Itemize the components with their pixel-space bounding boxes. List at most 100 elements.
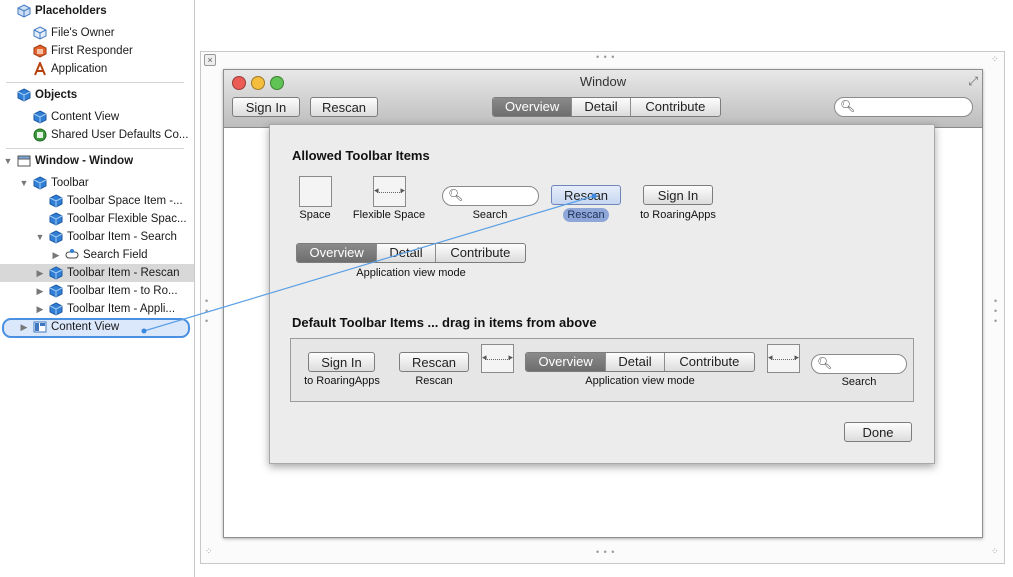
- done-button[interactable]: Done: [844, 422, 912, 442]
- fullscreen-icon[interactable]: ⤢: [968, 74, 978, 89]
- outline-item-toolbar-roaringapps[interactable]: ▶ Toolbar Item - to Ro...: [0, 282, 194, 300]
- resize-corner-icon[interactable]: ⁘: [205, 546, 214, 557]
- outline-item-first-responder[interactable]: First Responder: [0, 42, 194, 60]
- default-sign-in-caption: to RoaringApps: [304, 375, 380, 387]
- document-outline: Placeholders File's Owner First Responde…: [0, 0, 195, 577]
- disclosure-closed-icon[interactable]: ▶: [51, 249, 61, 261]
- outline-item-window[interactable]: ▼ Window - Window: [0, 152, 194, 170]
- outline-item-toolbar-application[interactable]: ▶ Toolbar Item - Appli...: [0, 300, 194, 318]
- sign-in-item-button[interactable]: Sign In: [643, 185, 713, 205]
- default-rescan-button[interactable]: Rescan: [399, 352, 469, 372]
- view-mode-item-segmented-control[interactable]: Overview Detail Contribute: [296, 243, 526, 263]
- default-items-well[interactable]: Sign In to RoaringApps Rescan Rescan Ove…: [290, 338, 914, 402]
- resize-corner-icon[interactable]: ⁘: [991, 54, 1000, 65]
- default-sign-in-button[interactable]: Sign In: [308, 352, 375, 372]
- customize-toolbar-sheet: Allowed Toolbar Items Space Flexible Spa…: [269, 124, 935, 464]
- blue-cube-icon: [49, 266, 63, 280]
- resize-grip-icon[interactable]: • • •: [596, 547, 615, 557]
- outline-item-content-view[interactable]: ▶ Content View: [0, 318, 194, 336]
- disclosure-open-icon[interactable]: ▼: [3, 155, 13, 167]
- outline-item-toolbar[interactable]: ▼ Toolbar: [0, 174, 194, 192]
- first-responder-icon: [33, 44, 47, 58]
- flexible-space-arrow-icon: [374, 185, 405, 196]
- user-defaults-controller-icon: [33, 128, 47, 142]
- disclosure-open-icon[interactable]: ▼: [35, 231, 45, 243]
- allowed-items-heading: Allowed Toolbar Items: [292, 148, 430, 163]
- search-caption: Search: [472, 209, 508, 221]
- outline-item-content-view-object[interactable]: Content View: [0, 108, 194, 126]
- segment-contribute[interactable]: Contribute: [629, 98, 720, 116]
- rescan-item-button[interactable]: Rescan: [551, 185, 621, 205]
- blue-cube-icon: [49, 230, 63, 244]
- disclosure-open-icon[interactable]: ▼: [19, 177, 29, 189]
- resize-corner-icon[interactable]: ⁘: [991, 546, 1000, 557]
- resize-grip-icon[interactable]: • • •: [596, 52, 615, 62]
- cube-outline-icon: [17, 4, 31, 18]
- close-icon[interactable]: ×: [204, 54, 216, 66]
- window-title: Window: [579, 74, 627, 89]
- outline-item-toolbar-space[interactable]: Toolbar Space Item -...: [0, 192, 194, 210]
- outline-item-search-field[interactable]: ▶ Search Field: [0, 246, 194, 264]
- outline-item-toolbar-flexible-space[interactable]: Toolbar Flexible Spac...: [0, 210, 194, 228]
- section-objects[interactable]: Objects: [0, 86, 194, 104]
- window-titlebar-toolbar: Window ⤢ Sign In Rescan Overview Detail …: [224, 70, 982, 128]
- default-search-caption: Search: [841, 376, 877, 388]
- disclosure-closed-icon[interactable]: ▶: [35, 267, 45, 279]
- resize-grip-icon[interactable]: • • •: [994, 296, 1000, 326]
- segment-detail[interactable]: Detail: [571, 98, 629, 116]
- toolbar-search-field[interactable]: 🔍︎: [834, 97, 973, 117]
- blue-cube-icon: [17, 88, 31, 102]
- section-label: Placeholders: [35, 5, 107, 17]
- flexible-space-arrow-icon: [768, 352, 799, 363]
- rescan-caption-selected: Rescan: [563, 208, 609, 222]
- blue-cube-icon: [49, 302, 63, 316]
- view-icon: [33, 321, 47, 333]
- cube-outline-icon: [33, 26, 47, 40]
- search-icon: 🔍︎: [817, 356, 833, 370]
- segment-contribute[interactable]: Contribute: [434, 244, 525, 262]
- space-item[interactable]: [299, 176, 332, 207]
- flexible-space-arrow-icon: [482, 352, 513, 363]
- search-field-icon: [65, 249, 79, 259]
- segment-contribute[interactable]: Contribute: [663, 353, 754, 371]
- outline-item-shared-user-defaults[interactable]: Shared User Defaults Co...: [0, 126, 194, 144]
- default-rescan-caption: Rescan: [415, 375, 453, 387]
- resize-grip-icon[interactable]: • • •: [205, 296, 211, 326]
- flexible-space-item[interactable]: [373, 176, 406, 207]
- disclosure-closed-icon[interactable]: ▶: [35, 303, 45, 315]
- outline-item-files-owner[interactable]: File's Owner: [0, 24, 194, 42]
- blue-cube-icon: [33, 176, 47, 190]
- sign-in-button[interactable]: Sign In: [232, 97, 300, 117]
- default-flexible-space-item[interactable]: [481, 344, 514, 373]
- separator: [6, 82, 184, 83]
- outline-item-toolbar-search[interactable]: ▼ Toolbar Item - Search: [0, 228, 194, 246]
- space-caption: Space: [299, 209, 331, 221]
- default-view-mode-caption: Application view mode: [585, 375, 695, 387]
- segment-overview[interactable]: Overview: [526, 353, 606, 371]
- segment-overview[interactable]: Overview: [297, 244, 377, 262]
- section-placeholders[interactable]: Placeholders: [0, 2, 194, 20]
- blue-cube-icon: [49, 212, 63, 226]
- blue-cube-icon: [49, 194, 63, 208]
- default-items-heading: Default Toolbar Items ... drag in items …: [292, 315, 597, 330]
- search-icon: 🔍︎: [840, 99, 856, 113]
- sign-in-caption: to RoaringApps: [640, 209, 716, 221]
- search-item[interactable]: 🔍︎: [442, 186, 539, 206]
- window-icon: [17, 155, 31, 167]
- default-flexible-space-item-2[interactable]: [767, 344, 800, 373]
- default-search-item[interactable]: 🔍︎: [811, 354, 907, 374]
- search-icon: 🔍︎: [448, 188, 464, 202]
- outline-item-toolbar-rescan[interactable]: ▶ Toolbar Item - Rescan: [0, 264, 194, 282]
- disclosure-closed-icon[interactable]: ▶: [19, 321, 29, 333]
- view-mode-segmented-control: Overview Detail Contribute: [492, 97, 721, 117]
- separator: [6, 148, 184, 149]
- default-view-mode-segmented-control[interactable]: Overview Detail Contribute: [525, 352, 755, 372]
- rescan-button[interactable]: Rescan: [310, 97, 378, 117]
- segment-detail[interactable]: Detail: [376, 244, 434, 262]
- application-a-icon: [34, 62, 46, 76]
- disclosure-closed-icon[interactable]: ▶: [35, 285, 45, 297]
- segment-detail[interactable]: Detail: [605, 353, 663, 371]
- outline-item-application[interactable]: Application: [0, 60, 194, 78]
- blue-cube-icon: [33, 110, 47, 124]
- segment-overview[interactable]: Overview: [493, 98, 572, 116]
